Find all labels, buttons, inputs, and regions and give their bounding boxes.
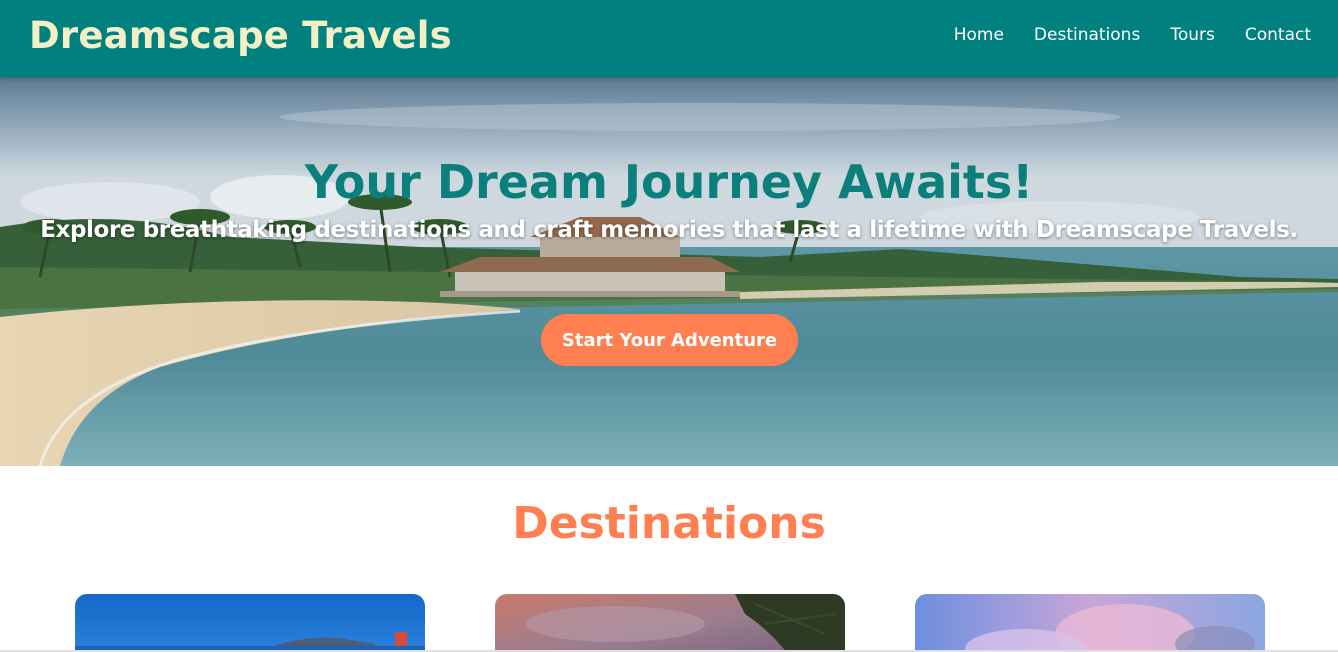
nav-destinations[interactable]: Destinations: [1034, 25, 1140, 45]
hero-beach-image: [0, 77, 1338, 466]
brand-logo-text[interactable]: Dreamscape Travels: [29, 14, 452, 57]
nav-home[interactable]: Home: [954, 25, 1004, 45]
sunset-pine-image: [495, 594, 845, 652]
destination-card-3[interactable]: [915, 594, 1265, 652]
nav-contact[interactable]: Contact: [1245, 25, 1311, 45]
main-nav: Home Destinations Tours Contact: [954, 25, 1311, 45]
site-header: Dreamscape Travels Home Destinations Tou…: [0, 0, 1338, 77]
nav-tours[interactable]: Tours: [1170, 25, 1215, 45]
hero-section: Your Dream Journey Awaits! Explore breat…: [0, 77, 1338, 466]
pink-clouds-image: [915, 594, 1265, 652]
start-adventure-button[interactable]: Start Your Adventure: [541, 314, 798, 366]
hero-title: Your Dream Journey Awaits!: [304, 155, 1034, 209]
destination-card-1[interactable]: [75, 594, 425, 652]
hero-subtitle: Explore breathtaking destinations and cr…: [40, 217, 1298, 243]
destination-card-2[interactable]: [495, 594, 845, 652]
destinations-heading: Destinations: [512, 498, 826, 549]
coastal-island-image: [75, 594, 425, 652]
